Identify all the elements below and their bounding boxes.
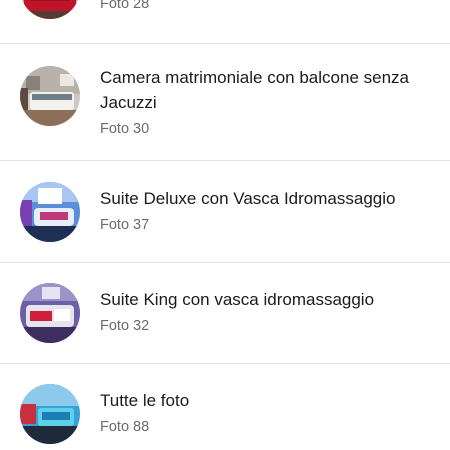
album-title: Tutte le foto <box>100 391 190 410</box>
album-title: Camera matrimoniale con balcone senza Ja… <box>100 68 409 112</box>
room-photo-double-bed-icon <box>20 66 80 126</box>
album-row[interactable]: Suite Deluxe con Vasca Idromassaggio Fot… <box>0 161 450 263</box>
album-photo-count: Foto 28 <box>100 0 150 12</box>
album-photo-count: Foto 88 <box>100 419 150 435</box>
room-photo-all-icon <box>20 384 80 444</box>
album-list: Foto 28 Camera matrimoniale con balcone … <box>0 0 450 450</box>
album-thumbnail <box>20 283 80 343</box>
album-thumbnail <box>20 384 80 444</box>
album-title: Suite King con vasca idromassaggio <box>100 290 375 309</box>
album-title: Suite Deluxe con Vasca Idromassaggio <box>100 189 396 208</box>
room-photo-blue-suite-icon <box>20 182 80 242</box>
room-photo-king-suite-icon <box>20 283 80 343</box>
album-thumbnail <box>20 182 80 242</box>
album-photo-count: Foto 37 <box>100 217 150 233</box>
album-thumbnail <box>20 0 80 19</box>
album-list-screen: Foto 28 Camera matrimoniale con balcone … <box>0 0 450 450</box>
album-photo-count: Foto 30 <box>100 121 150 137</box>
album-row[interactable]: Foto 28 <box>0 0 450 44</box>
room-photo-red-bedding-icon <box>20 0 80 19</box>
album-photo-count: Foto 32 <box>100 318 150 334</box>
album-row[interactable]: Tutte le foto Foto 88 <box>0 364 450 450</box>
album-row[interactable]: Suite King con vasca idromassaggio Foto … <box>0 263 450 364</box>
album-row[interactable]: Camera matrimoniale con balcone senza Ja… <box>0 44 450 161</box>
album-thumbnail <box>20 66 80 126</box>
